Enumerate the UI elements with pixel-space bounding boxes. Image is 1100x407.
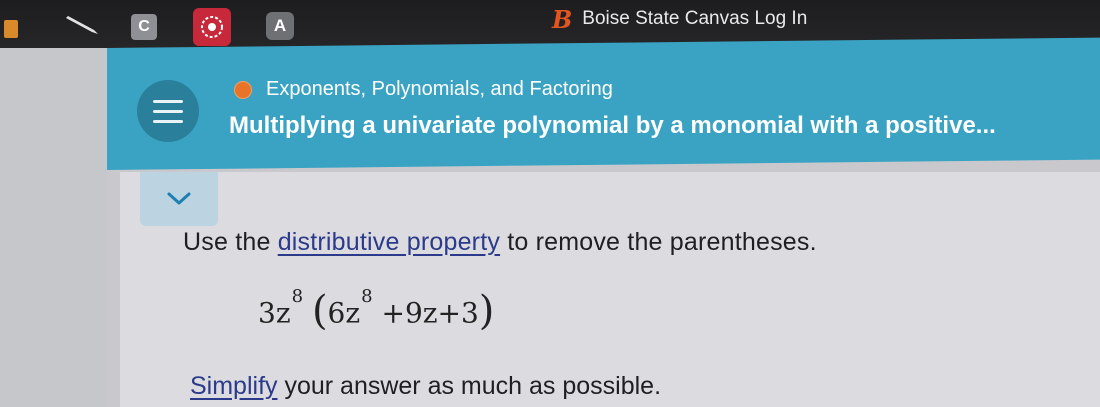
topic-header [107, 37, 1100, 170]
folder-icon[interactable] [4, 20, 18, 38]
collapse-button[interactable] [140, 172, 218, 226]
topic-text: Exponents, Polynomials, and Factoring [266, 78, 613, 100]
bookmark-c[interactable]: C [131, 14, 157, 40]
boise-logo-icon: B [552, 4, 573, 34]
bookmark-boise-label: Boise State Canvas Log In [582, 8, 808, 29]
distributive-property-link[interactable]: distributive property [278, 228, 500, 256]
hamburger-icon [153, 99, 183, 103]
math-expression: 3z8 (6z8 +9z+3) [258, 286, 495, 334]
left-panel [0, 48, 107, 407]
page-title: Multiplying a univariate polynomial by a… [229, 112, 996, 139]
topic-label: Exponents, Polynomials, and Factoring [234, 78, 613, 101]
pen-icon[interactable] [64, 12, 102, 36]
simplify-instruction: Simplify your answer as much as possible… [190, 372, 662, 400]
status-dot-icon [234, 80, 252, 99]
question-instruction: Use the distributive property to remove … [183, 228, 817, 256]
bookmark-a[interactable]: A [266, 12, 294, 40]
menu-button[interactable] [137, 80, 199, 142]
red-badge-icon[interactable] [193, 8, 231, 46]
simplify-link[interactable]: Simplify [190, 372, 278, 400]
bookmark-boise-state[interactable]: B Boise State Canvas Log In [552, 4, 808, 34]
chevron-down-icon [167, 192, 191, 205]
